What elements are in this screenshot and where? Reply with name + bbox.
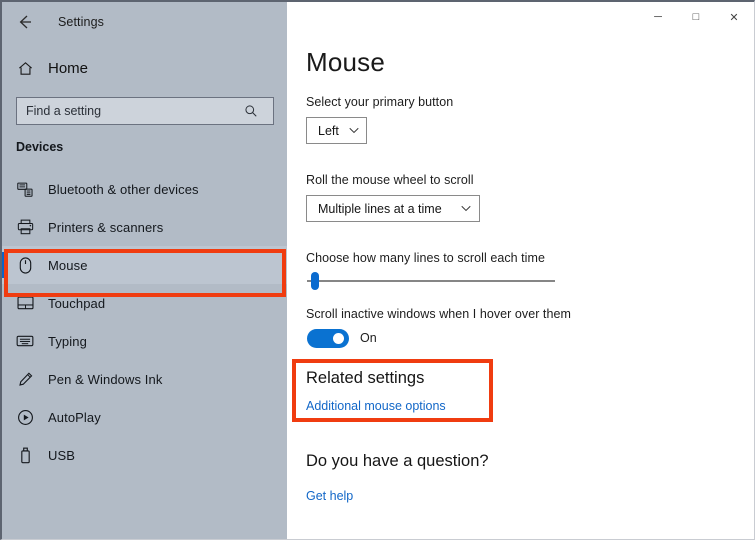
search-icon[interactable] xyxy=(233,104,269,118)
sidebar-item-bluetooth-other-devices[interactable]: Bluetooth & other devices xyxy=(2,170,287,208)
chevron-down-icon xyxy=(461,205,471,212)
sidebar-item-label: Pen & Windows Ink xyxy=(48,371,163,387)
window-controls: ─ □ ✕ xyxy=(639,2,753,36)
sidebar-item-usb[interactable]: USB xyxy=(2,436,287,474)
slider-thumb[interactable] xyxy=(311,272,319,290)
wheel-scroll-dropdown[interactable]: Multiple lines at a time xyxy=(306,195,480,222)
primary-button-value: Left xyxy=(318,123,339,138)
minimize-button[interactable]: ─ xyxy=(639,2,677,32)
sidebar-item-label: AutoPlay xyxy=(48,409,101,425)
inactive-scroll-state: On xyxy=(360,331,377,345)
titlebar-left: Settings xyxy=(2,2,287,42)
toggle-knob xyxy=(333,333,344,344)
mouse-icon xyxy=(2,256,48,274)
wheel-scroll-label: Roll the mouse wheel to scroll xyxy=(306,173,474,187)
touchpad-icon xyxy=(2,296,48,310)
page-title: Mouse xyxy=(306,47,386,77)
sidebar-item-label: Printers & scanners xyxy=(48,219,164,235)
sidebar-item-label: Bluetooth & other devices xyxy=(48,181,199,197)
sidebar-item-label: Typing xyxy=(48,333,87,349)
sidebar-item-label: USB xyxy=(48,447,76,463)
chevron-down-icon xyxy=(349,127,359,134)
settings-window: Settings Home Devices xyxy=(0,0,755,540)
printer-icon xyxy=(2,219,48,235)
wheel-scroll-value: Multiple lines at a time xyxy=(318,201,442,216)
back-arrow-icon[interactable] xyxy=(2,2,48,42)
sidebar-item-home-label: Home xyxy=(48,59,89,77)
lines-slider[interactable] xyxy=(307,272,555,290)
sidebar-item-mouse[interactable]: Mouse xyxy=(2,246,287,284)
slider-track xyxy=(307,280,555,282)
sidebar-item-printers-scanners[interactable]: Printers & scanners xyxy=(2,208,287,246)
sidebar-item-home[interactable]: Home xyxy=(2,52,287,84)
question-heading: Do you have a question? xyxy=(306,452,489,470)
inactive-scroll-toggle[interactable] xyxy=(307,329,349,348)
pen-icon xyxy=(2,371,48,388)
window-title: Settings xyxy=(58,15,104,29)
close-button[interactable]: ✕ xyxy=(715,2,753,32)
lines-slider-label: Choose how many lines to scroll each tim… xyxy=(306,251,545,265)
sidebar-section-label: Devices xyxy=(16,140,64,154)
keyboard-icon xyxy=(2,335,48,347)
sidebar-item-autoplay[interactable]: AutoPlay xyxy=(2,398,287,436)
sidebar-item-typing[interactable]: Typing xyxy=(2,322,287,360)
sidebar-item-label: Mouse xyxy=(48,257,88,273)
sidebar-nav-list: Bluetooth & other devices Printers & sca… xyxy=(2,170,287,474)
maximize-button[interactable]: □ xyxy=(677,2,715,32)
sidebar-item-touchpad[interactable]: Touchpad xyxy=(2,284,287,322)
primary-button-label: Select your primary button xyxy=(306,95,454,109)
sidebar-item-pen-windows-ink[interactable]: Pen & Windows Ink xyxy=(2,360,287,398)
home-icon xyxy=(2,60,48,77)
inactive-scroll-label: Scroll inactive windows when I hover ove… xyxy=(306,307,571,321)
search-box[interactable] xyxy=(16,97,274,125)
related-settings-heading: Related settings xyxy=(306,369,425,387)
usb-icon xyxy=(2,447,48,464)
additional-mouse-options-link[interactable]: Additional mouse options xyxy=(306,399,446,413)
bluetooth-device-icon xyxy=(2,182,48,197)
autoplay-icon xyxy=(2,409,48,426)
sidebar-item-label: Touchpad xyxy=(48,295,106,311)
search-input[interactable] xyxy=(17,97,233,125)
get-help-link[interactable]: Get help xyxy=(306,489,353,503)
primary-button-dropdown[interactable]: Left xyxy=(306,117,367,144)
sidebar: Settings Home Devices xyxy=(2,2,287,539)
